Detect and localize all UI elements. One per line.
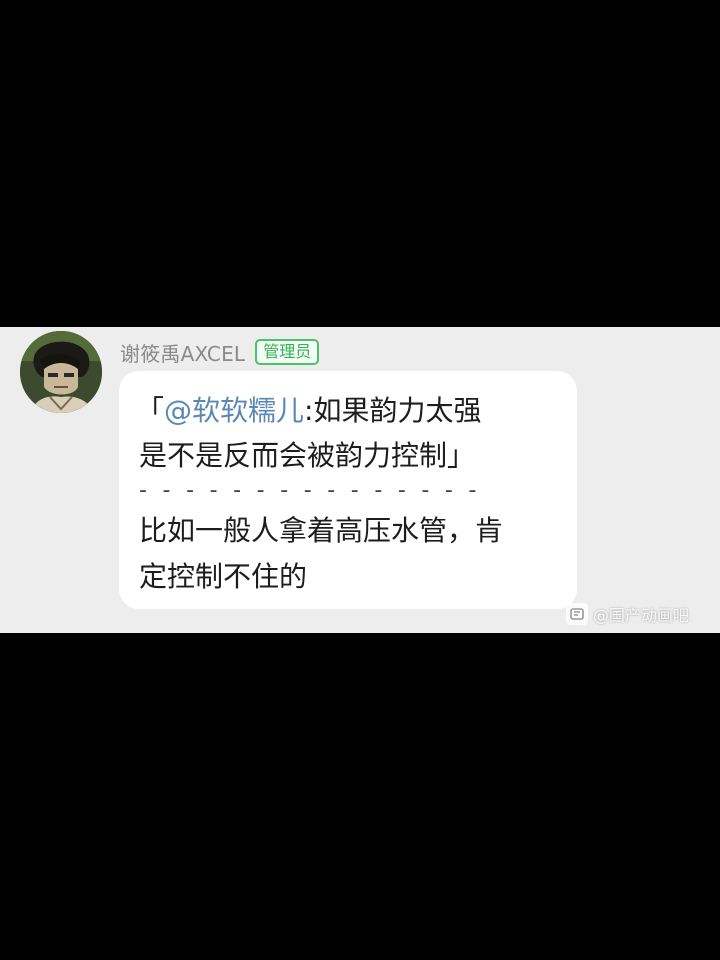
quote-line-2: 是不是反而会被韵力控制」: [139, 439, 476, 472]
avatar-image: [20, 331, 102, 413]
sender-name[interactable]: 谢筱禹AXCEL: [120, 338, 245, 367]
avatar[interactable]: [20, 331, 102, 413]
admin-badge: 管理员: [255, 339, 320, 365]
mention-link[interactable]: @软软糯儿: [164, 394, 304, 427]
reply-line-2: 定控制不住的: [139, 560, 308, 593]
watermark: @国产动画吧: [566, 601, 689, 627]
dashed-divider: - - - - - - - - - - - - - - -: [139, 478, 481, 503]
quote-text-1: :如果韵力太强: [304, 394, 482, 427]
tieba-logo-icon: [566, 603, 588, 625]
quote-line-1: 「@软软糯儿:如果韵力太强: [136, 392, 481, 430]
message-bubble[interactable]: 「@软软糯儿:如果韵力太强 是不是反而会被韵力控制」 - - - - - - -…: [119, 371, 577, 609]
sender-row: 谢筱禹AXCEL 管理员: [120, 337, 320, 367]
screen: 谢筱禹AXCEL 管理员 「@软软糯儿:如果韵力太强 是不是反而会被韵力控制」 …: [0, 0, 720, 960]
chat-message-row: 谢筱禹AXCEL 管理员 「@软软糯儿:如果韵力太强 是不是反而会被韵力控制」 …: [0, 327, 720, 633]
reply-line-1: 比如一般人拿着高压水管，肯: [139, 514, 504, 547]
watermark-text: @国产动画吧: [593, 606, 690, 625]
quote-open-bracket: 「: [136, 394, 165, 427]
